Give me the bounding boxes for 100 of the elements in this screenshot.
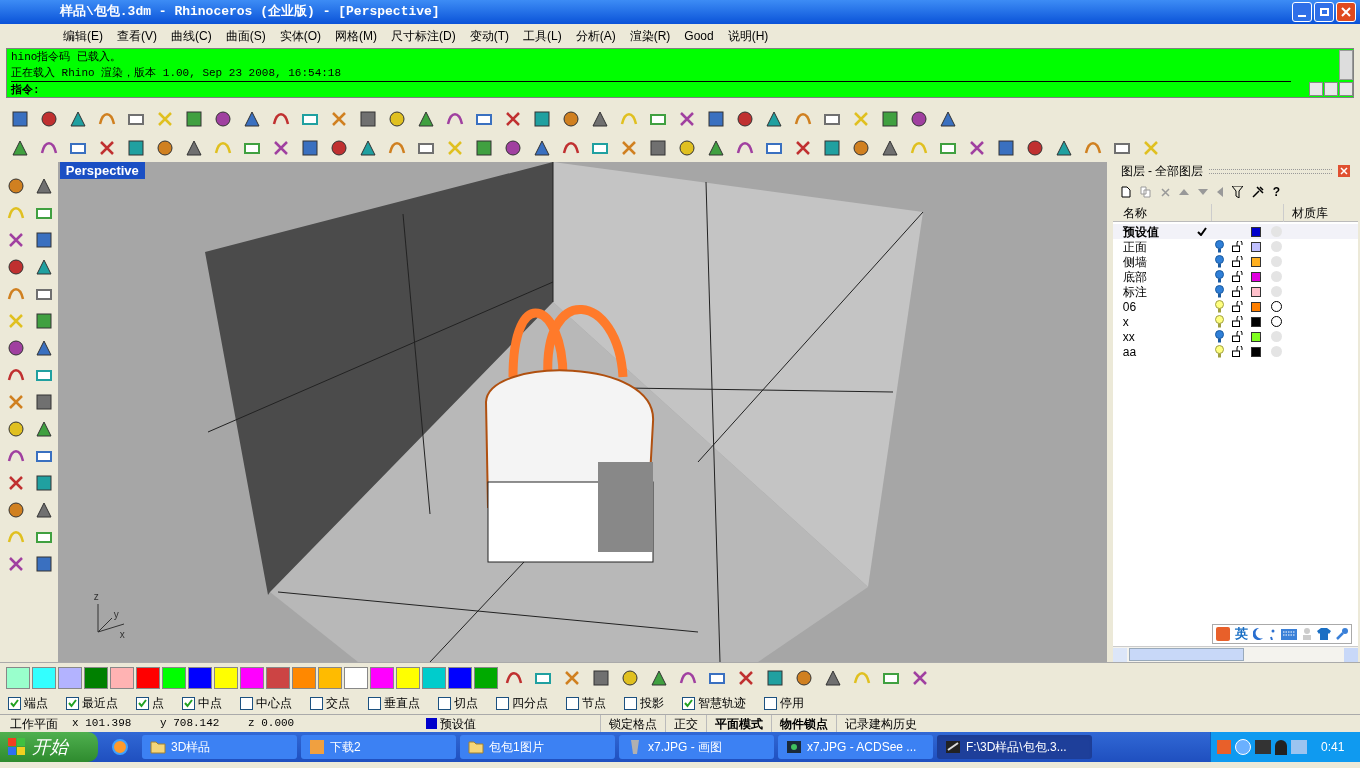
- checkbox[interactable]: [566, 696, 579, 710]
- color-swatch[interactable]: [474, 666, 498, 689]
- unlocked-padlock-icon[interactable]: [1232, 271, 1244, 282]
- color-swatch[interactable]: [84, 666, 108, 689]
- unlocked-padlock-icon[interactable]: [1232, 286, 1244, 297]
- menu-item[interactable]: 网格(M): [330, 27, 382, 45]
- help-button[interactable]: ?: [1272, 183, 1281, 201]
- checkbox[interactable]: [368, 696, 381, 710]
- menu-item[interactable]: 尺寸标注(D): [386, 27, 461, 45]
- layer-color-swatch[interactable]: [1250, 301, 1261, 312]
- layer-color-swatch[interactable]: [1250, 346, 1261, 357]
- column-header[interactable]: 材质库: [1282, 203, 1328, 222]
- close-button[interactable]: [1336, 2, 1356, 22]
- menu-item[interactable]: 曲面(S): [220, 27, 271, 45]
- menu-item[interactable]: 编辑(E): [58, 27, 108, 45]
- scroll-updown-button[interactable]: [1309, 82, 1323, 96]
- close-button[interactable]: [1338, 165, 1350, 177]
- unlocked-padlock-icon[interactable]: [1232, 301, 1244, 312]
- checkbox[interactable]: [624, 696, 637, 710]
- color-swatch[interactable]: [136, 666, 160, 689]
- color-swatch[interactable]: [318, 666, 342, 689]
- color-swatch[interactable]: [6, 666, 30, 689]
- menu-item[interactable]: 查看(V): [112, 27, 162, 45]
- layer-color-swatch[interactable]: [1250, 316, 1261, 327]
- menu-item[interactable]: Good: [679, 27, 719, 45]
- menu-item[interactable]: 工具(L): [518, 27, 567, 45]
- taskbar-button[interactable]: x7.JPG - 画图: [619, 735, 774, 759]
- color-swatch[interactable]: [162, 666, 186, 689]
- color-swatch[interactable]: [448, 666, 472, 689]
- tool-icon[interactable]: [1251, 186, 1264, 198]
- menu-item[interactable]: 说明(H): [722, 27, 774, 45]
- menu-item[interactable]: 渲染(R): [624, 27, 676, 45]
- taskbar-button[interactable]: 3D样品: [142, 735, 297, 759]
- menu-item[interactable]: 实体(O): [274, 27, 326, 45]
- checkbox[interactable]: [8, 696, 21, 710]
- color-swatch[interactable]: [396, 666, 420, 689]
- color-swatch[interactable]: [422, 666, 446, 689]
- layer-color-swatch[interactable]: [1250, 241, 1261, 252]
- checkbox[interactable]: [438, 696, 451, 710]
- checkbox[interactable]: [764, 696, 777, 710]
- minimize-button[interactable]: [1292, 2, 1312, 22]
- punctuation-icon[interactable]: [1268, 628, 1276, 640]
- light-bulb-icon[interactable]: [1215, 330, 1225, 343]
- unlocked-padlock-icon[interactable]: [1232, 331, 1244, 342]
- new-layer-icon[interactable]: [1120, 186, 1131, 198]
- color-swatch[interactable]: [58, 666, 82, 689]
- taskbar-button[interactable]: 下载2: [301, 735, 456, 759]
- unlocked-padlock-icon[interactable]: [1232, 346, 1244, 357]
- checkbox[interactable]: [136, 696, 149, 710]
- color-swatch[interactable]: [344, 666, 368, 689]
- color-swatch[interactable]: [266, 666, 290, 689]
- color-swatch[interactable]: [292, 666, 316, 689]
- layer-color-swatch[interactable]: [1250, 331, 1261, 342]
- unlocked-padlock-icon[interactable]: [1232, 256, 1244, 267]
- viewport-label[interactable]: Perspective: [59, 162, 145, 179]
- restore-button[interactable]: [1314, 2, 1334, 22]
- input-method-icon[interactable]: [1216, 627, 1230, 641]
- unlocked-padlock-icon[interactable]: [1232, 316, 1244, 327]
- unlocked-padlock-icon[interactable]: [1232, 241, 1244, 252]
- checkbox[interactable]: [66, 696, 79, 710]
- wrench-icon[interactable]: [1336, 628, 1348, 640]
- layer-color-swatch[interactable]: [1250, 271, 1261, 282]
- checkbox[interactable]: [496, 696, 509, 710]
- layer-color-swatch[interactable]: [1250, 226, 1261, 237]
- scroll-left-button[interactable]: [1324, 82, 1338, 96]
- checkbox[interactable]: [240, 696, 253, 710]
- input-method-icon[interactable]: [1217, 740, 1231, 754]
- light-bulb-icon[interactable]: [1215, 285, 1225, 298]
- penguin-icon[interactable]: [1275, 739, 1287, 755]
- checkbox[interactable]: [182, 696, 195, 710]
- filter-icon[interactable]: [1231, 186, 1243, 198]
- menu-item[interactable]: 分析(A): [570, 27, 621, 45]
- light-bulb-icon[interactable]: [1215, 240, 1225, 253]
- column-header[interactable]: 名称: [1112, 203, 1211, 222]
- color-swatch[interactable]: [214, 666, 238, 689]
- taskbar-button[interactable]: F:\3D样品\包包.3...: [937, 735, 1092, 759]
- expand-tray-icon[interactable]: [1235, 739, 1251, 755]
- moon-icon[interactable]: [1253, 628, 1263, 640]
- menu-item[interactable]: 变动(T): [464, 27, 514, 45]
- quick-launch-icon[interactable]: [112, 739, 128, 755]
- color-swatch[interactable]: [110, 666, 134, 689]
- light-bulb-icon[interactable]: [1215, 255, 1225, 268]
- menu-item[interactable]: 曲线(C): [166, 27, 217, 45]
- perspective-viewport[interactable]: Perspective z y x: [57, 162, 1107, 662]
- color-swatch[interactable]: [370, 666, 394, 689]
- layer-color-swatch[interactable]: [1250, 256, 1261, 267]
- taskbar-button[interactable]: x7.JPG - ACDSee ...: [778, 735, 933, 759]
- taskbar-button[interactable]: 包包1图片: [460, 735, 615, 759]
- color-swatch[interactable]: [32, 666, 56, 689]
- shirt-icon[interactable]: [1317, 628, 1331, 640]
- checkbox[interactable]: [310, 696, 323, 710]
- language-toggle[interactable]: 英: [1235, 624, 1248, 644]
- color-swatch[interactable]: [240, 666, 264, 689]
- layer-color-swatch[interactable]: [1250, 286, 1261, 297]
- keyboard-icon[interactable]: [1281, 628, 1297, 640]
- horizontal-scrollbar[interactable]: [1112, 646, 1358, 662]
- light-bulb-icon[interactable]: [1215, 270, 1225, 283]
- checkbox[interactable]: [682, 696, 695, 710]
- scroll-right-button[interactable]: [1339, 82, 1353, 96]
- color-swatch[interactable]: [188, 666, 212, 689]
